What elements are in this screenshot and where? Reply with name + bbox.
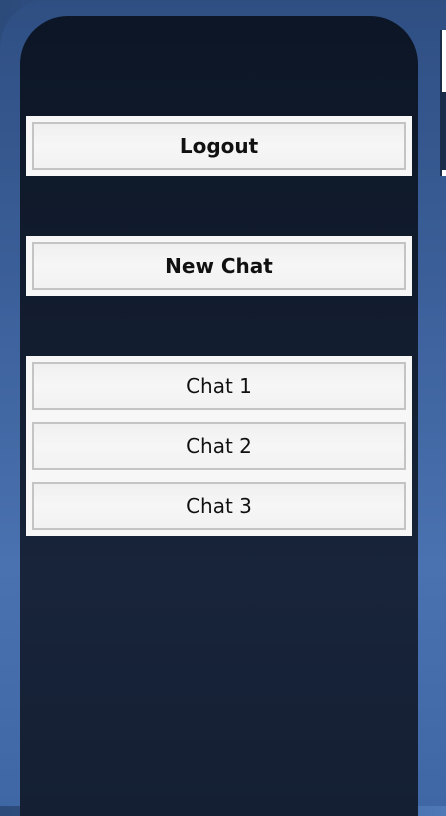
chat-list-item[interactable]: Chat 1 (32, 362, 406, 410)
chat-list-item[interactable]: Chat 3 (32, 482, 406, 530)
new-chat-panel: New Chat (26, 236, 412, 296)
chat-list-item[interactable]: Chat 2 (32, 422, 406, 470)
main-content-edge (440, 30, 446, 176)
content-edge-highlight (442, 30, 446, 92)
logout-panel: Logout (26, 116, 412, 176)
content-edge-highlight-lower (442, 170, 446, 176)
chat-list: Chat 1 Chat 2 Chat 3 (26, 356, 412, 536)
new-chat-button[interactable]: New Chat (32, 242, 406, 290)
logout-button[interactable]: Logout (32, 122, 406, 170)
